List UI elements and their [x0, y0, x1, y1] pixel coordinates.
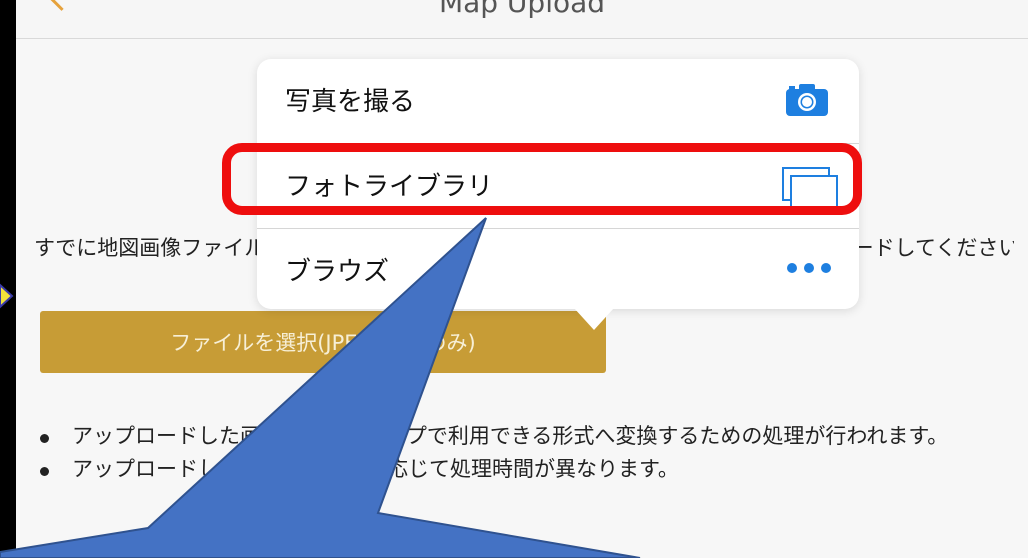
popover-arrow	[574, 308, 614, 330]
choose-file-label: ファイルを選択(JPEG/PNGのみ)	[170, 331, 476, 355]
camera-icon	[786, 84, 828, 116]
arrow-marker-icon	[0, 283, 14, 309]
note-item: アップロードした画像の大きさに応じて処理時間が異なります。	[32, 453, 1022, 486]
highlight-box	[222, 143, 862, 215]
menu-item-take-photo[interactable]: 写真を撮る	[257, 59, 859, 139]
menu-item-label: 写真を撮る	[285, 87, 416, 117]
menu-item-label: ブラウズ	[285, 257, 390, 287]
page-title: Map Upload	[438, 0, 606, 19]
notes-list: アップロードした画像はStrolyマップで利用できる形式へ変換するための処理が行…	[32, 420, 1022, 486]
note-item: アップロードした画像はStrolyマップで利用できる形式へ変換するための処理が行…	[32, 420, 1022, 453]
more-icon	[787, 263, 831, 273]
menu-item-browse[interactable]: ブラウズ	[257, 229, 859, 309]
navigation-bar: Map Upload	[16, 0, 1028, 39]
choose-file-button[interactable]: ファイルを選択(JPEG/PNGのみ)	[40, 311, 606, 373]
app-screen: Map Upload すでに地図画像ファイルをお持ちの方は、下記ボタンからファイ…	[16, 0, 1028, 558]
